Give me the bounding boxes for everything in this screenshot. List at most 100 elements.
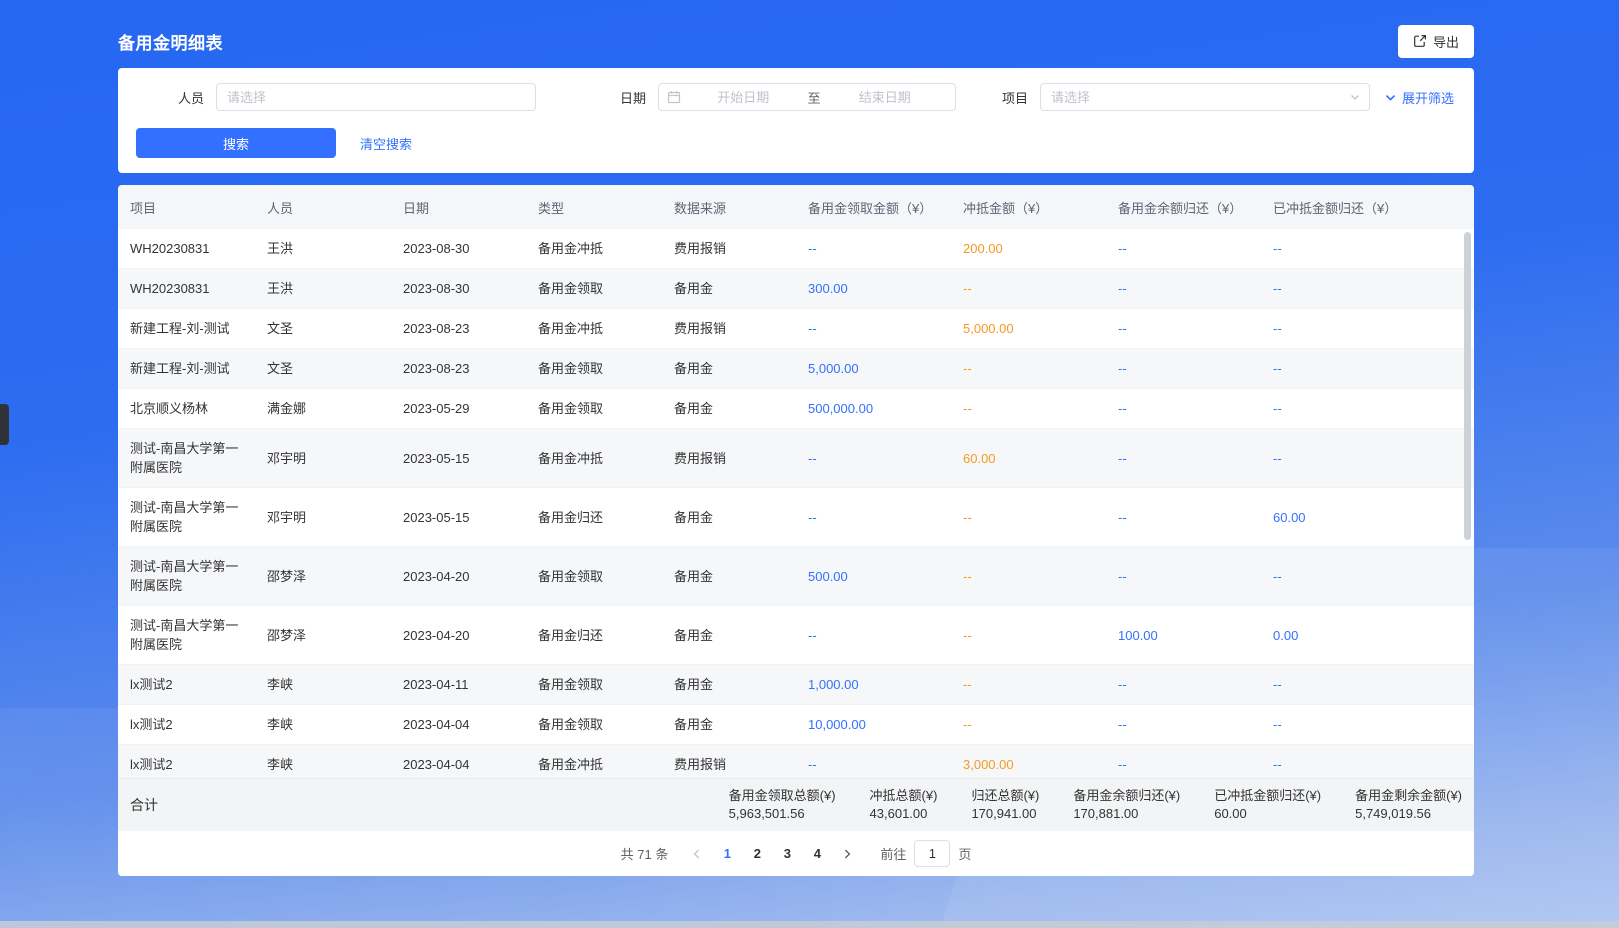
cell-received: 10,000.00: [796, 705, 951, 745]
page-background: 备用金明细表 导出 人员 日期 至 项目: [0, 0, 1619, 928]
cell-type: 备用金冲抵: [526, 429, 662, 488]
column-header-type: 类型: [526, 185, 662, 229]
summary-total-label: 合计: [130, 795, 158, 815]
person-select[interactable]: [216, 83, 536, 111]
summary-item: 备用金领取总额(¥)5,963,501.56: [729, 787, 836, 823]
cell-source: 费用报销: [662, 745, 796, 779]
cell-project: 新建工程-刘-测试: [118, 349, 255, 389]
cell-balance_return: 100.00: [1106, 606, 1261, 665]
cell-offset: 60.00: [951, 429, 1106, 488]
cell-person: 李峡: [255, 745, 391, 779]
table-row: WH20230831王洪2023-08-30备用金冲抵费用报销--200.00-…: [118, 229, 1474, 269]
summary-items: 备用金领取总额(¥)5,963,501.56冲抵总额(¥)43,601.00归还…: [729, 787, 1462, 823]
side-drawer-handle[interactable]: [0, 404, 9, 445]
clear-search-link[interactable]: 清空搜索: [360, 134, 412, 153]
cell-date: 2023-05-15: [391, 488, 526, 547]
cell-offset: --: [951, 665, 1106, 705]
cell-source: 费用报销: [662, 309, 796, 349]
cell-balance_return: --: [1106, 705, 1261, 745]
cell-offset: --: [951, 705, 1106, 745]
cell-project: 新建工程-刘-测试: [118, 309, 255, 349]
cell-offset_return: --: [1261, 745, 1474, 779]
cell-date: 2023-08-23: [391, 309, 526, 349]
table-row: lx测试2李峡2023-04-04备用金领取备用金10,000.00------: [118, 705, 1474, 745]
summary-item: 备用金余额归还(¥)170,881.00: [1073, 787, 1180, 823]
cell-type: 备用金冲抵: [526, 745, 662, 779]
cell-offset_return: 60.00: [1261, 488, 1474, 547]
date-range-input[interactable]: 至: [658, 83, 956, 111]
cell-offset_return: --: [1261, 705, 1474, 745]
export-button-label: 导出: [1433, 32, 1459, 51]
filter-row: 人员 日期 至 项目 展开: [118, 68, 1474, 111]
cell-date: 2023-08-23: [391, 349, 526, 389]
cell-balance_return: --: [1106, 389, 1261, 429]
column-header-date: 日期: [391, 185, 526, 229]
cell-type: 备用金领取: [526, 389, 662, 429]
project-filter-label: 项目: [1002, 88, 1028, 107]
goto-page: 前往 页: [880, 840, 971, 867]
cell-person: 邓宇明: [255, 488, 391, 547]
cell-offset_return: --: [1261, 309, 1474, 349]
table-row: 测试-南昌大学第一附属医院邵梦泽2023-04-20备用金归还备用金----10…: [118, 606, 1474, 665]
table-row: lx测试2李峡2023-04-04备用金冲抵费用报销--3,000.00----: [118, 745, 1474, 779]
cell-date: 2023-04-04: [391, 745, 526, 779]
goto-page-input[interactable]: [914, 840, 950, 867]
cell-source: 备用金: [662, 488, 796, 547]
project-select-input[interactable]: [1040, 83, 1370, 111]
calendar-icon: [667, 90, 681, 104]
column-header-balance_return: 备用金余额归还（¥）: [1106, 185, 1261, 229]
column-header-person: 人员: [255, 185, 391, 229]
page-buttons: 1234: [714, 841, 830, 867]
table-row: lx测试2李峡2023-04-11备用金领取备用金1,000.00------: [118, 665, 1474, 705]
date-filter-label: 日期: [620, 88, 646, 107]
start-date-input[interactable]: [681, 89, 806, 106]
cell-offset: --: [951, 349, 1106, 389]
page-button-3[interactable]: 3: [774, 841, 800, 867]
cell-type: 备用金归还: [526, 606, 662, 665]
cell-received: --: [796, 488, 951, 547]
chevron-left-icon: [691, 848, 703, 860]
cell-project: 测试-南昌大学第一附属医院: [118, 429, 255, 488]
table-row: 测试-南昌大学第一附属医院邓宇明2023-05-15备用金冲抵费用报销--60.…: [118, 429, 1474, 488]
cell-offset_return: --: [1261, 547, 1474, 606]
cell-project: 测试-南昌大学第一附属医院: [118, 606, 255, 665]
search-button[interactable]: 搜索: [136, 128, 336, 158]
expand-filters-link[interactable]: 展开筛选: [1384, 88, 1454, 107]
cell-date: 2023-04-11: [391, 665, 526, 705]
page-button-4[interactable]: 4: [804, 841, 830, 867]
cell-offset: --: [951, 606, 1106, 665]
cell-person: 王洪: [255, 269, 391, 309]
cell-received: --: [796, 229, 951, 269]
page-button-1[interactable]: 1: [714, 841, 740, 867]
table-viewport: 项目人员日期类型数据来源备用金领取金额（¥）冲抵金额（¥）备用金余额归还（¥）已…: [118, 185, 1474, 778]
prev-page-button[interactable]: [684, 841, 710, 867]
next-page-button[interactable]: [834, 841, 860, 867]
cell-offset_return: --: [1261, 269, 1474, 309]
cell-person: 邓宇明: [255, 429, 391, 488]
cell-source: 备用金: [662, 606, 796, 665]
cell-balance_return: --: [1106, 745, 1261, 779]
column-header-offset_return: 已冲抵金额归还（¥）: [1261, 185, 1474, 229]
export-button[interactable]: 导出: [1398, 25, 1474, 58]
project-select[interactable]: [1040, 83, 1370, 111]
cell-source: 备用金: [662, 349, 796, 389]
cell-offset: --: [951, 269, 1106, 309]
table-scrollbar[interactable]: [1464, 232, 1471, 540]
cell-person: 文圣: [255, 349, 391, 389]
end-date-input[interactable]: [823, 89, 948, 106]
cell-received: 500.00: [796, 547, 951, 606]
cell-date: 2023-04-04: [391, 705, 526, 745]
page-title: 备用金明细表: [118, 29, 223, 54]
cell-type: 备用金领取: [526, 269, 662, 309]
chevron-right-icon: [841, 848, 853, 860]
cell-date: 2023-08-30: [391, 269, 526, 309]
table-header-row: 项目人员日期类型数据来源备用金领取金额（¥）冲抵金额（¥）备用金余额归还（¥）已…: [118, 185, 1474, 229]
cell-type: 备用金归还: [526, 488, 662, 547]
cell-person: 文圣: [255, 309, 391, 349]
cell-offset_return: --: [1261, 349, 1474, 389]
page-button-2[interactable]: 2: [744, 841, 770, 867]
cell-project: lx测试2: [118, 665, 255, 705]
cell-type: 备用金领取: [526, 547, 662, 606]
table-row: 新建工程-刘-测试文圣2023-08-23备用金冲抵费用报销--5,000.00…: [118, 309, 1474, 349]
cell-offset: 200.00: [951, 229, 1106, 269]
